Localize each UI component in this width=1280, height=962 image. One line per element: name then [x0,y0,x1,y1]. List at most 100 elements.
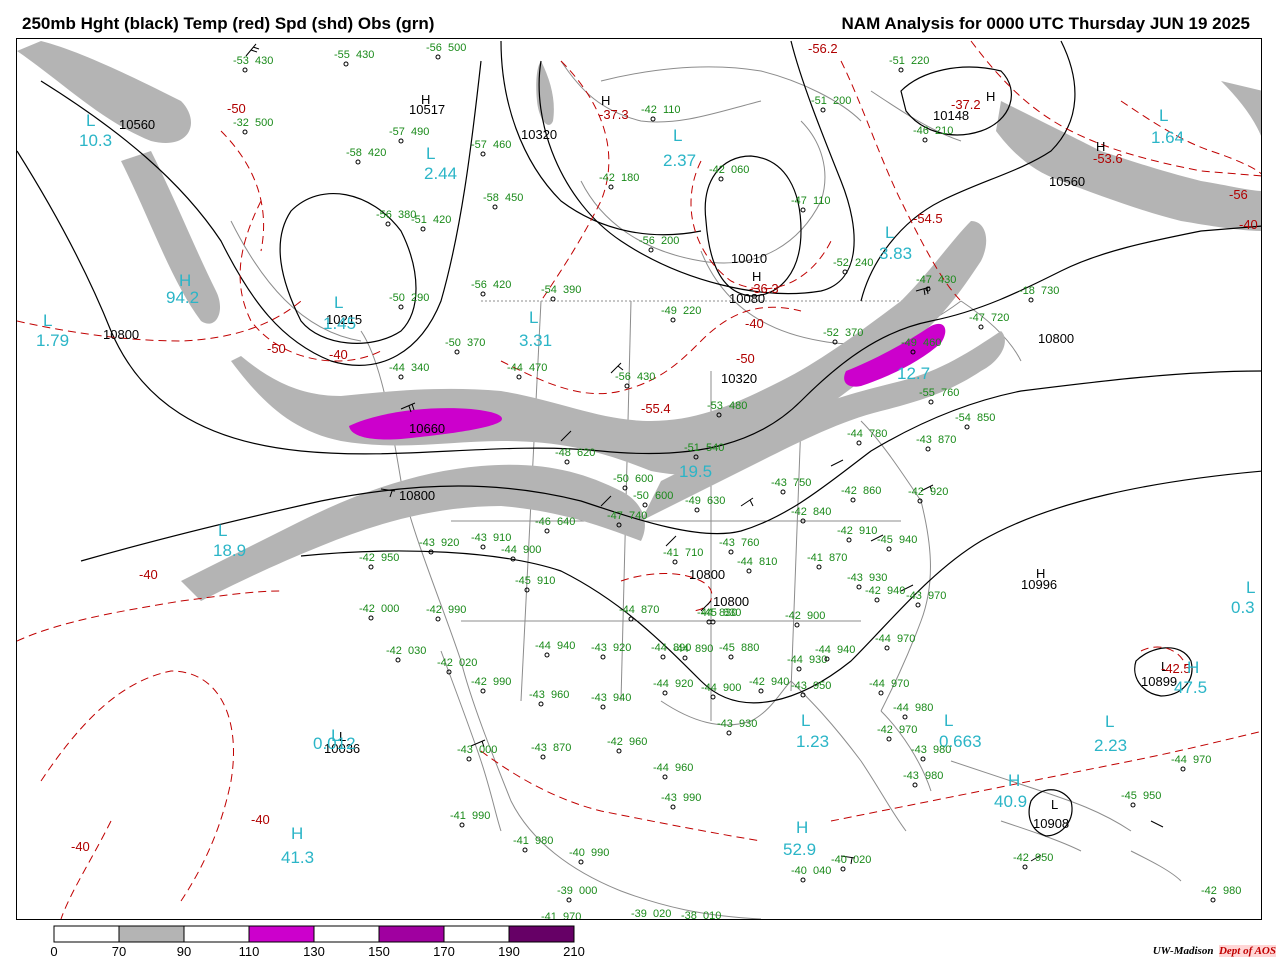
obs-temp: -56 [615,371,631,383]
obs-height: 940 [557,640,575,652]
obs-temp: -49 [661,305,677,317]
obs-height: 000 [381,603,399,615]
obs-temp: -42 [791,506,807,518]
speed-label: 1.79 [36,331,69,350]
obs-height: 200 [833,95,851,107]
height-label: 10800 [689,567,725,582]
obs-temp: -44 [507,362,523,374]
height-label: 10800 [399,488,435,503]
station-dot [398,138,404,144]
obs-height: 950 [1035,852,1053,864]
obs-height: 020 [653,908,671,920]
colorbar-tick-label: 90 [177,944,191,959]
speed-label: L [334,293,343,312]
station-dot [550,296,556,302]
colorbar-tick-label: 0 [50,944,57,959]
colorbar-segment [118,925,185,943]
obs-height: 640 [557,516,575,528]
obs-height: 540 [706,442,724,454]
colorbar-segment [183,925,250,943]
station-dot [642,502,648,508]
station-dot [794,622,800,628]
obs-height: 920 [613,642,631,654]
obs-height: 990 [683,792,701,804]
obs-height: 060 [731,164,749,176]
obs-height: 760 [941,387,959,399]
obs-height: 500 [255,117,273,129]
obs-temp: -58 [483,192,499,204]
speed-label: 18.9 [213,541,246,560]
obs-temp: -47 [791,195,807,207]
obs-height: 970 [899,724,917,736]
obs-temp: -44 [893,702,909,714]
center-letter: L [1051,797,1058,812]
obs-temp: -42 [1201,885,1217,897]
obs-temp: -39 [557,885,573,897]
station-dot [928,399,934,405]
weather-map: HHHLHLHHL 10560 10517 10320 10148 10560 10800… [16,38,1262,920]
obs-height: 200 [661,235,679,247]
station-dot [368,615,374,621]
obs-temp: -45 [515,575,531,587]
obs-temp: -44 [389,362,405,374]
station-dot [856,440,862,446]
obs-temp: -41 [663,547,679,559]
credit-dept: Dept of AOS [1218,945,1276,957]
speed-label: H [1008,771,1020,790]
obs-temp: -38 [681,910,697,920]
obs-temp: -50 [633,490,649,502]
obs-height: 220 [911,55,929,67]
colorbar-tick-label: 190 [498,944,520,959]
obs-temp: -44 [535,640,551,652]
obs-temp: -58 [346,147,362,159]
station-dot [420,226,426,232]
obs-height: 980 [925,770,943,782]
station-dot [600,704,606,710]
obs-height: 960 [675,762,693,774]
obs-temp: -44 [701,682,717,694]
obs-height: 420 [493,279,511,291]
station-dot [718,176,724,182]
obs-height: 890 [695,643,713,655]
speed-label: H [291,824,303,843]
station-dot [459,822,465,828]
obs-temp: -44 [1171,754,1187,766]
obs-temp: -54 [955,412,971,424]
station-dot [466,756,472,762]
station-dot [600,654,606,660]
obs-height: 940 [837,644,855,656]
speed-label: L [944,711,953,730]
obs-temp: -56 [426,42,442,54]
station-dot [856,584,862,590]
obs-temp: -56 [376,209,392,221]
obs-temp: -43 [419,537,435,549]
obs-temp: -48 [555,447,571,459]
obs-temp: -42 [865,585,881,597]
obs-temp: -47 [607,510,623,522]
speed-label: H [796,818,808,837]
temperature-label: -40 [71,839,90,854]
obs-height: 210 [935,125,953,137]
station-dot [728,549,734,555]
station-dot [672,559,678,565]
height-label: 10660 [409,421,445,436]
obs-temp: -42 [437,657,453,669]
obs-temp: -44 [815,644,831,656]
obs-height: 940 [613,692,631,704]
obs-height: 970 [928,590,946,602]
station-dot [915,602,921,608]
obs-temp: -42 [785,610,801,622]
obs-temp: -41 [450,810,466,822]
obs-temp: -42 [359,603,375,615]
obs-height: 110 [663,104,681,116]
speed-label: H [1187,658,1199,677]
height-label: 10800 [1038,331,1074,346]
obs-temp: -54 [541,284,557,296]
obs-height: 740 [629,510,647,522]
temperature-label: -50 [227,101,246,116]
obs-temp: -40 [791,865,807,877]
center-letter: H [601,93,610,108]
colorbar-tick-label: 110 [239,944,260,959]
speed-label: L [426,144,435,163]
speed-colorbar: 0 70 90 110 130 150 170 190 210 [50,925,585,959]
